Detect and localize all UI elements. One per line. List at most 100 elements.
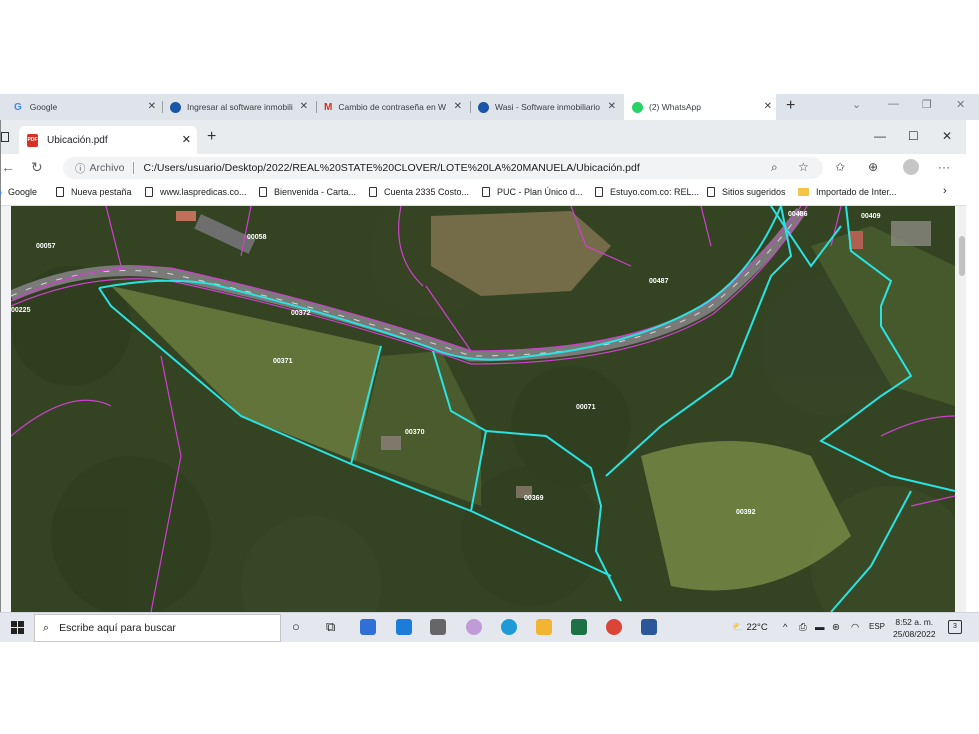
aerial-map: 00057 00058 00486 00409 00225 00372 0048… [11, 206, 955, 612]
bookmark-importado[interactable]: Importado de Inter... [798, 187, 897, 197]
bookmark-cuenta-2335[interactable]: Cuenta 2335 Costo... [369, 187, 469, 197]
network-icon[interactable]: ⊛ [832, 622, 840, 633]
browser-window: PDF Ubicación.pdf ✕ + — ☐ ✕ ← ↻ ⓘ Archiv… [0, 120, 967, 612]
bookmark-estuyo[interactable]: Estuyo.com.co: REL... [595, 187, 699, 197]
scrollbar-thumb[interactable] [959, 236, 965, 276]
tab-label: Ingresar al software inmobili [187, 102, 293, 112]
close-icon[interactable]: ✕ [608, 101, 616, 112]
parcel-label-00225: 00225 [11, 307, 31, 314]
search-icon: ⌕ [43, 621, 50, 634]
task-view-icon[interactable]: ⧉ [326, 619, 335, 635]
parcel-label-00370: 00370 [405, 429, 425, 436]
tab-label: Ubicación.pdf [47, 134, 108, 146]
parcel-label-00409: 00409 [861, 213, 881, 220]
page-icon [707, 187, 715, 197]
windows-start-icon[interactable] [11, 621, 24, 634]
collections-icon[interactable]: ⊕ [868, 160, 878, 174]
mail-icon[interactable] [396, 619, 412, 635]
more-bookmarks-chevron-icon[interactable]: › [943, 185, 947, 197]
page-icon [369, 187, 377, 197]
profile-avatar[interactable] [903, 159, 919, 175]
new-tab-button[interactable]: + [786, 97, 795, 115]
restore-button[interactable]: ❐ [922, 98, 932, 111]
maximize-button[interactable]: ☐ [908, 129, 919, 143]
clock-time: 8:52 a. m. [895, 617, 934, 627]
folder-icon [798, 188, 809, 196]
tab-ubicacion-pdf[interactable]: PDF Ubicación.pdf ✕ [19, 126, 197, 154]
language-indicator[interactable]: ESP [869, 622, 885, 631]
excel-icon[interactable] [571, 619, 587, 635]
parcel-label-00058: 00058 [247, 234, 267, 241]
bookmark-puc[interactable]: PUC - Plan Único d... [482, 187, 583, 197]
page-icon [145, 187, 153, 197]
windows-taskbar: ⌕ Escribe aquí para buscar ○ ⧉ ⛅ 22°C ^ … [0, 612, 979, 642]
bookmark-nueva-pestana[interactable]: Nueva pestaña [56, 187, 132, 197]
tab-separator [316, 101, 317, 113]
window-menu-icon[interactable] [1, 132, 9, 142]
new-tab-button[interactable]: + [207, 128, 216, 146]
close-window-button[interactable]: ✕ [956, 98, 965, 111]
info-icon[interactable]: ⓘ [75, 161, 86, 176]
chrome-icon[interactable] [606, 619, 622, 635]
outer-tab-wasi[interactable]: Wasi - Software inmobiliario ✕ [478, 94, 620, 120]
page-icon [482, 187, 490, 197]
calculator-icon[interactable] [430, 619, 446, 635]
pdf-icon: PDF [27, 133, 38, 147]
bookmark-sitios-sugeridos[interactable]: Sitios sugeridos [707, 187, 786, 197]
meet-now-icon[interactable]: ⎙ [799, 622, 807, 633]
gmail-icon: M [324, 101, 333, 113]
tab-label: Cambio de contraseña en W [338, 102, 447, 112]
bookmark-bienvenida[interactable]: Bienvenida - Carta... [259, 187, 356, 197]
tab-label: (2) WhatsApp [649, 102, 701, 112]
right-edge-strip [966, 120, 979, 612]
whatsapp-icon [632, 101, 643, 113]
close-icon[interactable]: ✕ [182, 133, 191, 146]
back-arrow-icon[interactable]: ← [1, 159, 15, 175]
page-icon [56, 187, 64, 197]
bookmark-label: PUC - Plan Único d... [497, 187, 583, 197]
tab-search-icon[interactable]: ⌄ [852, 98, 861, 111]
reload-icon[interactable]: ↻ [31, 159, 43, 176]
add-favorite-icon[interactable]: ☆ [798, 160, 809, 174]
paint-icon[interactable] [466, 619, 482, 635]
address-divider [132, 162, 134, 174]
inner-tab-strip: PDF Ubicación.pdf ✕ + — ☐ ✕ [1, 120, 967, 154]
outer-tab-ingresar[interactable]: Ingresar al software inmobili ✕ [170, 94, 312, 120]
edge-icon[interactable] [501, 619, 517, 635]
close-icon[interactable]: ✕ [764, 101, 772, 112]
cortana-icon[interactable]: ○ [292, 619, 300, 634]
bookmark-label: Sitios sugeridos [722, 187, 786, 197]
taskbar-clock[interactable]: 8:52 a. m. 25/08/2022 [893, 616, 936, 640]
file-explorer-icon[interactable] [536, 619, 552, 635]
taskbar-search-box[interactable]: ⌕ Escribe aquí para buscar [34, 614, 281, 642]
notification-center-icon[interactable]: 3 [948, 620, 962, 634]
close-icon[interactable]: ✕ [454, 101, 462, 112]
bookmark-laspredicas[interactable]: www.laspredicas.co... [145, 187, 247, 197]
address-bar[interactable]: ⓘ Archivo C:/Users/usuario/Desktop/2022/… [63, 157, 823, 179]
close-icon[interactable]: ✕ [300, 101, 308, 112]
favorites-icon[interactable]: ✩ [835, 160, 845, 174]
outer-tab-whatsapp[interactable]: (2) WhatsApp ✕ [624, 94, 776, 120]
bookmarks-bar: G Google Nueva pestaña www.laspredicas.c… [0, 182, 967, 206]
battery-icon[interactable]: ▬ [815, 622, 825, 633]
minimize-button[interactable]: — [874, 129, 886, 143]
weather-widget[interactable]: ⛅ 22°C [732, 622, 768, 633]
bookmark-google[interactable]: G Google [0, 187, 37, 197]
store-icon[interactable] [360, 619, 376, 635]
pdf-viewer[interactable]: 00057 00058 00486 00409 00225 00372 0048… [11, 206, 955, 612]
address-url[interactable]: C:/Users/usuario/Desktop/2022/REAL%20STA… [144, 162, 640, 174]
bookmark-label: www.laspredicas.co... [160, 187, 247, 197]
outer-tab-cambio[interactable]: M Cambio de contraseña en W ✕ [324, 94, 466, 120]
outer-tab-google[interactable]: G Google ✕ [14, 94, 160, 120]
tray-chevron-icon[interactable]: ^ [783, 622, 787, 633]
close-icon[interactable]: ✕ [148, 101, 156, 112]
word-icon[interactable] [641, 619, 657, 635]
close-window-button[interactable]: ✕ [942, 129, 952, 143]
more-menu-icon[interactable]: ··· [938, 160, 950, 174]
minimize-button[interactable]: — [888, 98, 899, 110]
zoom-icon[interactable]: ⌕ [771, 160, 778, 175]
address-toolbar: ← ↻ ⓘ Archivo C:/Users/usuario/Desktop/2… [1, 154, 967, 182]
wifi-icon[interactable]: ◠ [851, 622, 859, 633]
tab-label: Google [29, 102, 58, 112]
wasi-icon [170, 101, 181, 113]
